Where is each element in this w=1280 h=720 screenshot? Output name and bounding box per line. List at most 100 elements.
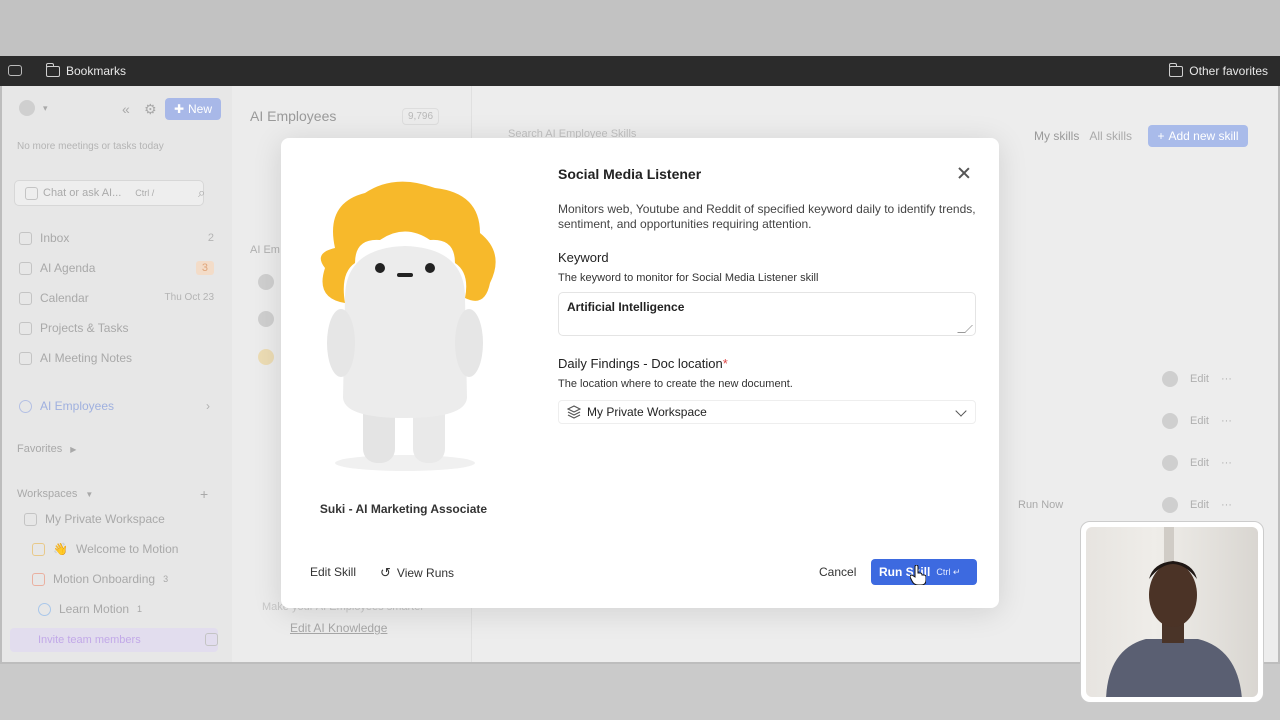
calendar-date: Thu Oct 23 xyxy=(164,292,214,303)
workspace-label: Learn Motion xyxy=(59,602,130,616)
run-skill-shortcut: Ctrl ↵ xyxy=(936,566,961,577)
run-now-button[interactable]: Run Now xyxy=(1018,499,1063,511)
skill-row: Edit ··· xyxy=(1162,455,1232,471)
edit-skill-button[interactable]: Edit Skill xyxy=(310,565,356,579)
avatar xyxy=(1162,497,1178,513)
run-skill-modal: Suki - AI Marketing Associate Social Med… xyxy=(281,138,999,608)
keyword-input[interactable]: Artificial Intelligence xyxy=(558,292,976,336)
employees-icon xyxy=(19,399,32,413)
cancel-button[interactable]: Cancel xyxy=(819,565,856,579)
doc-location-select[interactable]: My Private Workspace xyxy=(558,400,976,424)
workspace-my-private[interactable]: My Private Workspace xyxy=(24,512,165,526)
more-icon[interactable]: ··· xyxy=(1221,499,1232,511)
close-icon[interactable] xyxy=(957,166,971,180)
skill-description: Monitors web, Youtube and Reddit of spec… xyxy=(558,202,976,231)
doc-icon xyxy=(32,542,45,556)
add-skill-label: Add new skill xyxy=(1168,129,1239,143)
sidebar-item-calendar[interactable]: Calendar xyxy=(19,291,89,305)
more-icon[interactable]: ··· xyxy=(1221,415,1232,427)
keyword-label: Keyword xyxy=(558,250,609,265)
avatar[interactable] xyxy=(258,311,274,327)
workspace-onboarding[interactable]: Motion Onboarding 3 xyxy=(32,572,168,586)
calendar-icon xyxy=(19,291,32,305)
skill-row: Edit ··· xyxy=(1162,413,1232,429)
chevron-down-icon: ▾ xyxy=(43,102,48,113)
edit-button[interactable]: Edit xyxy=(1190,373,1209,385)
chat-input[interactable]: Chat or ask AI... Ctrl / xyxy=(14,180,204,206)
other-favorites-label: Other favorites xyxy=(1189,64,1268,78)
view-runs-button[interactable]: ↺ View Runs xyxy=(380,565,454,581)
plus-icon: ✚ xyxy=(173,102,185,116)
doc-location-label-text: Daily Findings - Doc location xyxy=(558,356,723,371)
top-letterbox xyxy=(0,0,1280,56)
workspace-learn[interactable]: Learn Motion 1 xyxy=(38,602,142,616)
sidebar-item-meeting-notes[interactable]: AI Meeting Notes xyxy=(19,351,132,365)
layers-icon xyxy=(567,405,581,419)
learn-icon xyxy=(38,602,51,616)
avatar[interactable] xyxy=(258,274,274,290)
folder-icon xyxy=(1169,62,1184,77)
bookmarks-label: Bookmarks xyxy=(66,64,127,78)
doc-location-label: Daily Findings - Doc location* xyxy=(558,356,728,371)
sidebar-item-projects[interactable]: Projects & Tasks xyxy=(19,321,128,335)
skill-row: Edit ··· xyxy=(1162,497,1232,513)
chevron-right-icon: › xyxy=(206,399,210,413)
workspaces-label: Workspaces xyxy=(17,488,78,500)
workspaces-section[interactable]: Workspaces ▼ xyxy=(17,488,93,500)
collapse-sidebar-icon[interactable]: « xyxy=(122,101,130,117)
tab-actions-icon[interactable] xyxy=(8,65,22,76)
new-button[interactable]: ✚ New xyxy=(165,98,221,120)
history-icon: ↺ xyxy=(380,565,391,580)
gear-icon[interactable]: ⚙ xyxy=(144,101,157,118)
bookmarks-folder[interactable]: Bookmarks xyxy=(46,62,127,78)
caret-right-icon: ▶ xyxy=(70,444,77,454)
keyword-help: The keyword to monitor for Social Media … xyxy=(558,272,819,284)
avatar xyxy=(1162,455,1178,471)
presenter-silhouette xyxy=(1106,527,1242,697)
add-workspace-icon[interactable]: + xyxy=(200,486,208,502)
user-avatar-menu[interactable]: ▾ xyxy=(19,100,48,116)
mascot-name: Suki - AI Marketing Associate xyxy=(319,502,488,516)
book-icon[interactable] xyxy=(205,633,218,646)
avatar xyxy=(19,100,35,116)
edit-button[interactable]: Edit xyxy=(1190,415,1209,427)
chevron-down-icon xyxy=(955,405,967,417)
tab-my-skills[interactable]: My skills xyxy=(1034,129,1079,143)
avatar xyxy=(1162,371,1178,387)
workspace-count: 1 xyxy=(137,604,143,614)
skills-tabs: My skills All skills xyxy=(1034,129,1132,143)
more-icon[interactable]: ··· xyxy=(1221,373,1232,385)
edit-ai-knowledge-link[interactable]: Edit AI Knowledge xyxy=(290,621,387,635)
sidebar-item-ai-agenda[interactable]: AI Agenda xyxy=(19,261,95,275)
wave-icon: 👋 xyxy=(53,542,68,556)
inbox-icon xyxy=(19,231,32,245)
workspace-label: My Private Workspace xyxy=(45,512,165,526)
sidebar-item-label: Inbox xyxy=(40,231,70,245)
avatar[interactable] xyxy=(258,349,274,365)
view-runs-label: View Runs xyxy=(396,566,455,580)
workspace-label: Welcome to Motion xyxy=(75,542,179,556)
webcam-video xyxy=(1086,527,1258,697)
other-favorites-folder[interactable]: Other favorites xyxy=(1169,62,1268,78)
credits-badge: 9,796 xyxy=(402,108,440,125)
edit-button[interactable]: Edit xyxy=(1190,499,1209,511)
edit-button[interactable]: Edit xyxy=(1190,457,1209,469)
invite-team-button[interactable]: Invite team members xyxy=(10,628,218,652)
edit-skill-label: Edit Skill xyxy=(310,565,357,579)
workspace-welcome[interactable]: 👋 Welcome to Motion xyxy=(32,542,178,556)
favorites-section[interactable]: Favorites ▶ xyxy=(17,443,76,455)
add-new-skill-button[interactable]: + Add new skill xyxy=(1148,125,1248,147)
more-icon[interactable]: ··· xyxy=(1221,457,1232,469)
layers-icon xyxy=(24,512,37,526)
mascot-illustration xyxy=(320,181,496,471)
search-icon[interactable]: ⌕ xyxy=(198,185,205,201)
panel-title: AI Employees xyxy=(250,108,337,124)
webcam-overlay xyxy=(1080,521,1264,703)
schedule-note: No more meetings or tasks today xyxy=(17,141,164,152)
projects-icon xyxy=(19,321,32,335)
sidebar-item-inbox[interactable]: Inbox xyxy=(19,231,69,245)
tab-all-skills[interactable]: All skills xyxy=(1089,129,1132,143)
sidebar-item-ai-employees[interactable]: AI Employees xyxy=(19,399,114,413)
sidebar: ▾ « ⚙ ✚ New No more meetings or tasks to… xyxy=(2,86,232,662)
cancel-label: Cancel xyxy=(819,565,857,579)
